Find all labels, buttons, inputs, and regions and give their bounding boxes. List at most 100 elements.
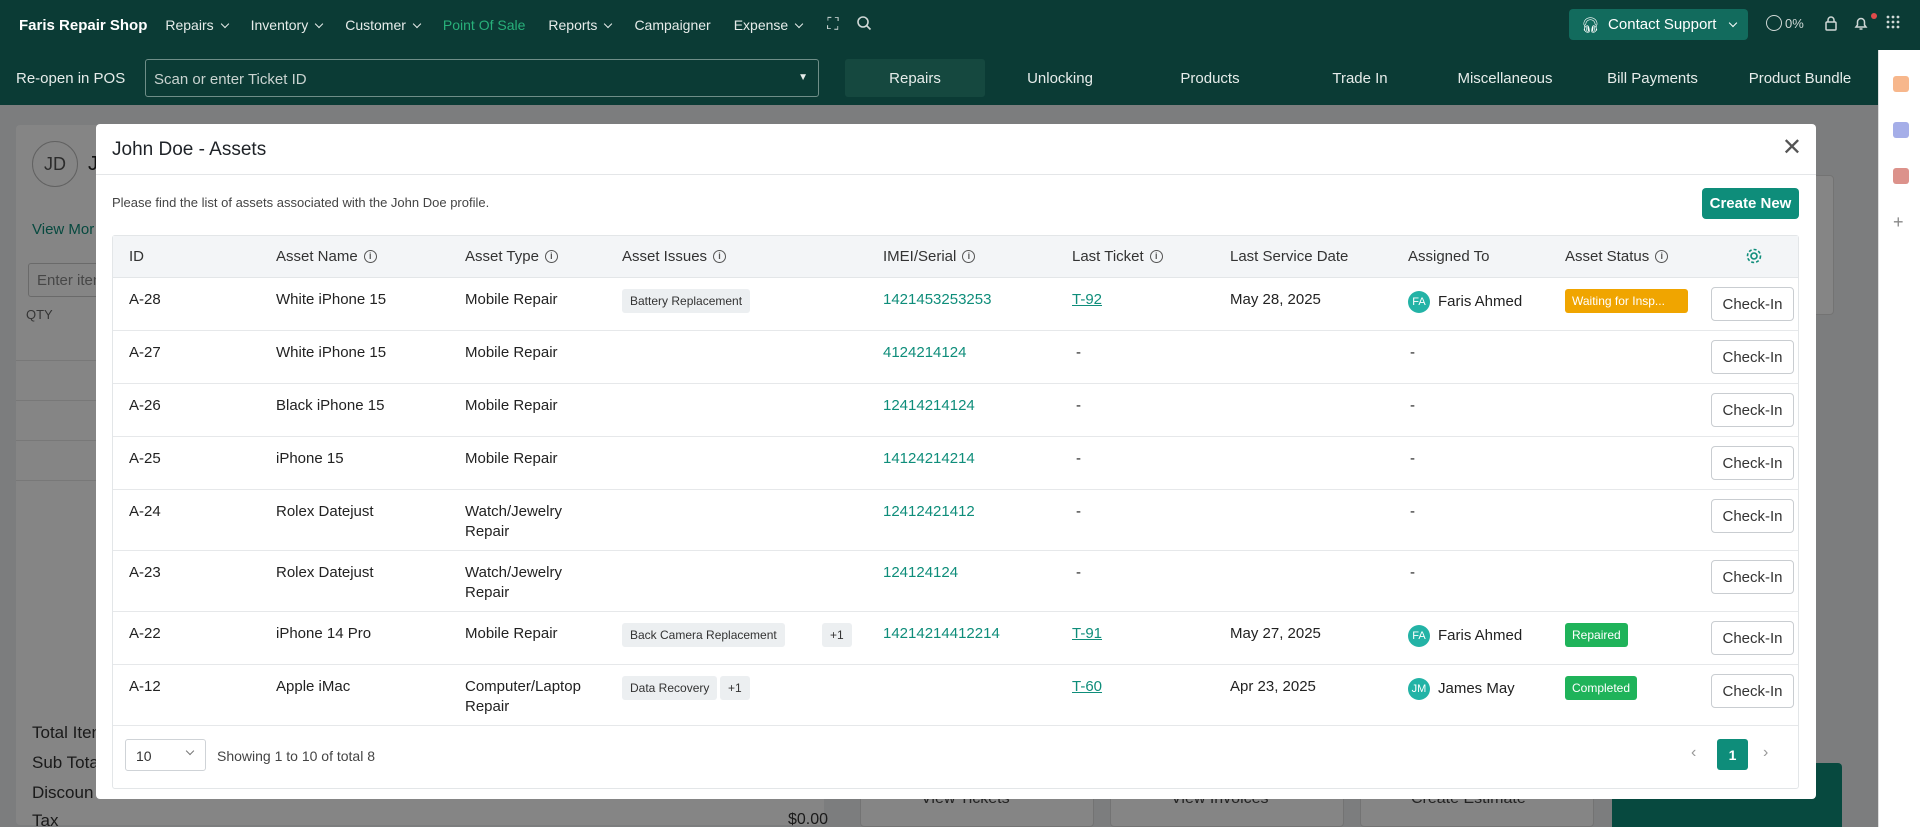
previous-page-icon[interactable]: ‹ (1691, 744, 1696, 762)
check-in-button[interactable]: Check-In (1711, 446, 1794, 480)
tab-repairs[interactable]: Repairs (845, 59, 985, 97)
info-icon[interactable]: i (962, 250, 976, 263)
contact-support-button[interactable]: 🎧︎ Contact Support (1569, 9, 1748, 40)
gear-icon[interactable] (1745, 247, 1763, 265)
imei-serial-link[interactable]: 12412421412 (883, 502, 975, 522)
bell-icon[interactable] (1853, 15, 1869, 36)
column-header-asset-type: Asset Type i (465, 248, 558, 265)
check-in-button[interactable]: Check-In (1711, 340, 1794, 374)
asset-name: Black iPhone 15 (276, 397, 385, 414)
progress-indicator[interactable]: 0% (1766, 15, 1804, 31)
imei-serial-link[interactable]: 1421453253253 (883, 290, 991, 310)
modal-description: Please find the list of assets associate… (112, 195, 490, 210)
app-icon[interactable] (1893, 122, 1909, 138)
assigned-to: - (1410, 397, 1415, 414)
caret-down-icon[interactable]: ▼ (798, 72, 808, 83)
tab-unlocking[interactable]: Unlocking (985, 59, 1135, 97)
ticket-id-input[interactable]: Scan or enter Ticket ID ▼ (145, 59, 819, 97)
nav-item-inventory[interactable]: Inventory (250, 17, 324, 33)
last-ticket: - (1076, 564, 1081, 581)
column-header-label: Asset Status (1565, 248, 1650, 265)
issue-chip: Data Recovery (622, 676, 718, 700)
column-header-asset-status: Asset Status i (1565, 248, 1669, 265)
column-header-assigned-to: Assigned To (1408, 248, 1489, 265)
tab-products[interactable]: Products (1135, 59, 1285, 97)
app-icon[interactable] (1893, 168, 1909, 184)
assigned-to: - (1410, 564, 1415, 581)
page-size-select[interactable]: 10 (125, 739, 206, 771)
assigned-to: - (1410, 450, 1415, 467)
apps-grid-icon[interactable] (1886, 15, 1900, 34)
assigned-to: James May (1438, 680, 1515, 697)
last-service-date: May 27, 2025 (1230, 625, 1321, 642)
imei-serial-link[interactable]: 14124214214 (883, 449, 975, 469)
imei-serial-link[interactable]: 4124214124 (883, 343, 966, 363)
close-icon[interactable]: ✕ (1782, 136, 1802, 160)
notification-dot (1871, 13, 1877, 19)
issue-more-chip[interactable]: +1 (822, 623, 852, 647)
column-header-imei-serial: IMEI/Serial i (883, 248, 976, 265)
create-new-button[interactable]: Create New (1702, 188, 1799, 219)
info-icon[interactable]: i (544, 250, 558, 263)
tab-trade-in[interactable]: Trade In (1285, 59, 1435, 97)
column-header-label: ID (129, 248, 144, 265)
current-page-button[interactable]: 1 (1717, 739, 1748, 770)
imei-serial-link[interactable]: 124124124 (883, 563, 958, 583)
info-icon[interactable]: i (713, 250, 727, 263)
last-ticket: - (1076, 503, 1081, 520)
last-ticket-link[interactable]: T-91 (1072, 624, 1102, 644)
nav-item-point-of-sale[interactable]: Point Of Sale (443, 17, 526, 33)
check-in-button[interactable]: Check-In (1711, 287, 1794, 321)
nav-item-expense[interactable]: Expense (734, 17, 804, 33)
check-in-button[interactable]: Check-In (1711, 674, 1794, 708)
column-header-last-service-date: Last Service Date (1230, 248, 1348, 265)
asset-id: A-27 (129, 344, 161, 361)
check-in-button[interactable]: Check-In (1711, 499, 1794, 533)
asset-type-line: Mobile Repair (465, 450, 558, 467)
asset-type-line: Repair (465, 584, 510, 601)
pagination-info: Showing 1 to 10 of total 8 (217, 748, 375, 764)
assignee-avatar: FA (1408, 291, 1430, 313)
tab-miscellaneous[interactable]: Miscellaneous (1435, 59, 1575, 97)
tab-bill-payments[interactable]: Bill Payments (1580, 59, 1725, 97)
nav-item-label: Inventory (250, 17, 309, 33)
asset-id: A-12 (129, 678, 161, 695)
asset-type-line: Mobile Repair (465, 625, 558, 642)
column-header-id: ID (129, 248, 144, 265)
info-icon[interactable]: i (1655, 250, 1669, 263)
last-ticket-link[interactable]: T-92 (1072, 290, 1102, 310)
search-icon[interactable] (856, 15, 872, 36)
app-icon[interactable] (1893, 76, 1909, 92)
nav-item-reports[interactable]: Reports (548, 17, 613, 33)
last-ticket-link[interactable]: T-60 (1072, 677, 1102, 697)
info-icon[interactable]: i (1149, 250, 1163, 263)
asset-id: A-28 (129, 291, 161, 308)
add-icon[interactable]: + (1893, 213, 1909, 231)
issue-more-chip[interactable]: +1 (720, 676, 750, 700)
imei-serial-link[interactable]: 12414214124 (883, 396, 975, 416)
imei-serial-link[interactable]: 14214214412214 (883, 624, 1000, 644)
brand-name[interactable]: Faris Repair Shop (19, 17, 147, 34)
chevron-down-icon (220, 19, 229, 28)
chevron-down-icon (1729, 18, 1738, 28)
asset-type: Mobile Repair (465, 343, 558, 363)
asset-type-line: Repair (465, 523, 510, 540)
check-in-button[interactable]: Check-In (1711, 621, 1794, 655)
modal-title: John Doe - Assets (112, 139, 267, 160)
column-header-label: Last Service Date (1230, 248, 1349, 265)
reopen-in-pos-label: Re-open in POS (16, 70, 126, 87)
nav-item-repairs[interactable]: Repairs (165, 17, 229, 33)
column-header-label: Last Ticket (1072, 248, 1144, 265)
asset-name: White iPhone 15 (276, 344, 387, 361)
nav-item-campaigner[interactable]: Campaigner (634, 17, 710, 33)
scan-icon[interactable]: ⛶ (827, 16, 838, 34)
next-page-icon[interactable]: › (1763, 744, 1768, 762)
tab-product-bundle[interactable]: Product Bundle (1725, 59, 1875, 97)
check-in-button[interactable]: Check-In (1711, 393, 1794, 427)
check-in-button[interactable]: Check-In (1711, 560, 1794, 594)
lock-icon[interactable] (1824, 15, 1838, 36)
info-icon[interactable]: i (363, 250, 377, 263)
table-row: A-28 White iPhone 15 Mobile Repair Battery … (113, 278, 1798, 331)
nav-item-customer[interactable]: Customer (345, 17, 422, 33)
assigned-to: - (1410, 344, 1415, 361)
